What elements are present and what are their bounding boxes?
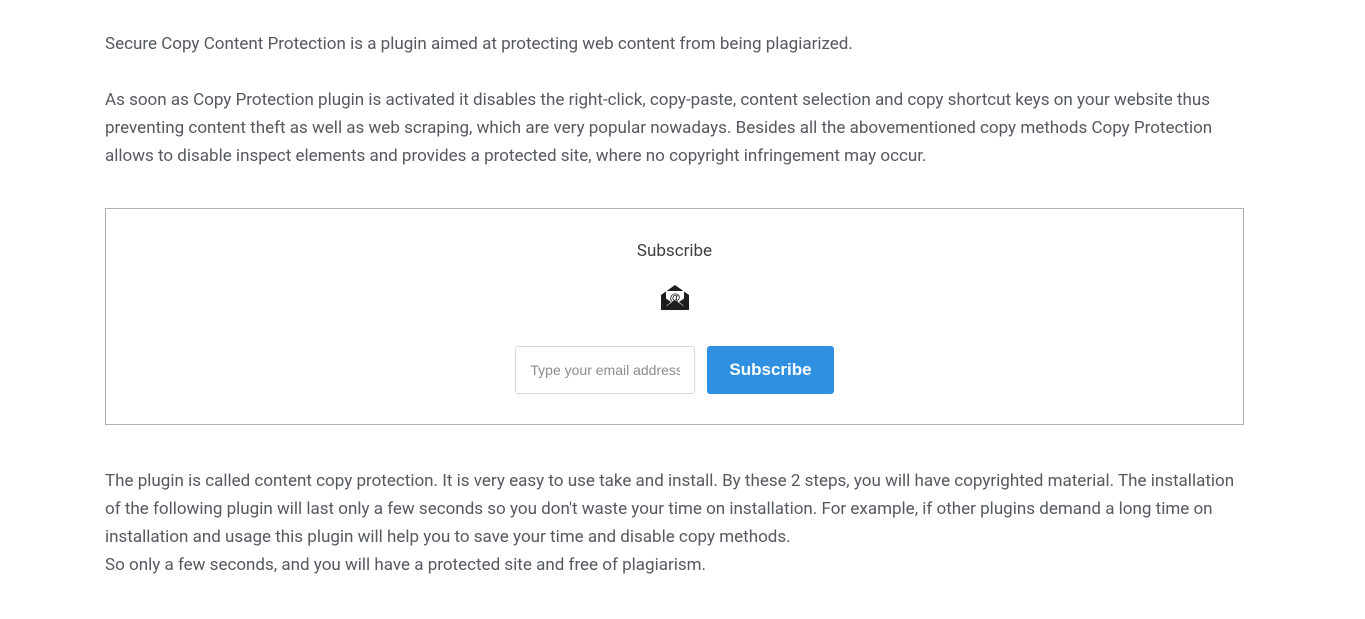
mail-at-icon: @ <box>660 283 690 320</box>
outro-paragraph-1: The plugin is called content copy protec… <box>105 467 1244 551</box>
email-input[interactable] <box>515 346 695 394</box>
intro-paragraph: Secure Copy Content Protection is a plug… <box>105 30 1244 58</box>
subscribe-title: Subscribe <box>637 237 712 265</box>
article-body: Secure Copy Content Protection is a plug… <box>0 0 1349 619</box>
subscribe-form: Subscribe <box>515 346 833 394</box>
subscribe-button[interactable]: Subscribe <box>707 346 833 394</box>
subscribe-box: Subscribe @ Subscribe <box>105 208 1244 425</box>
outro-paragraph-2: So only a few seconds, and you will have… <box>105 551 1244 579</box>
description-paragraph: As soon as Copy Protection plugin is act… <box>105 86 1244 170</box>
